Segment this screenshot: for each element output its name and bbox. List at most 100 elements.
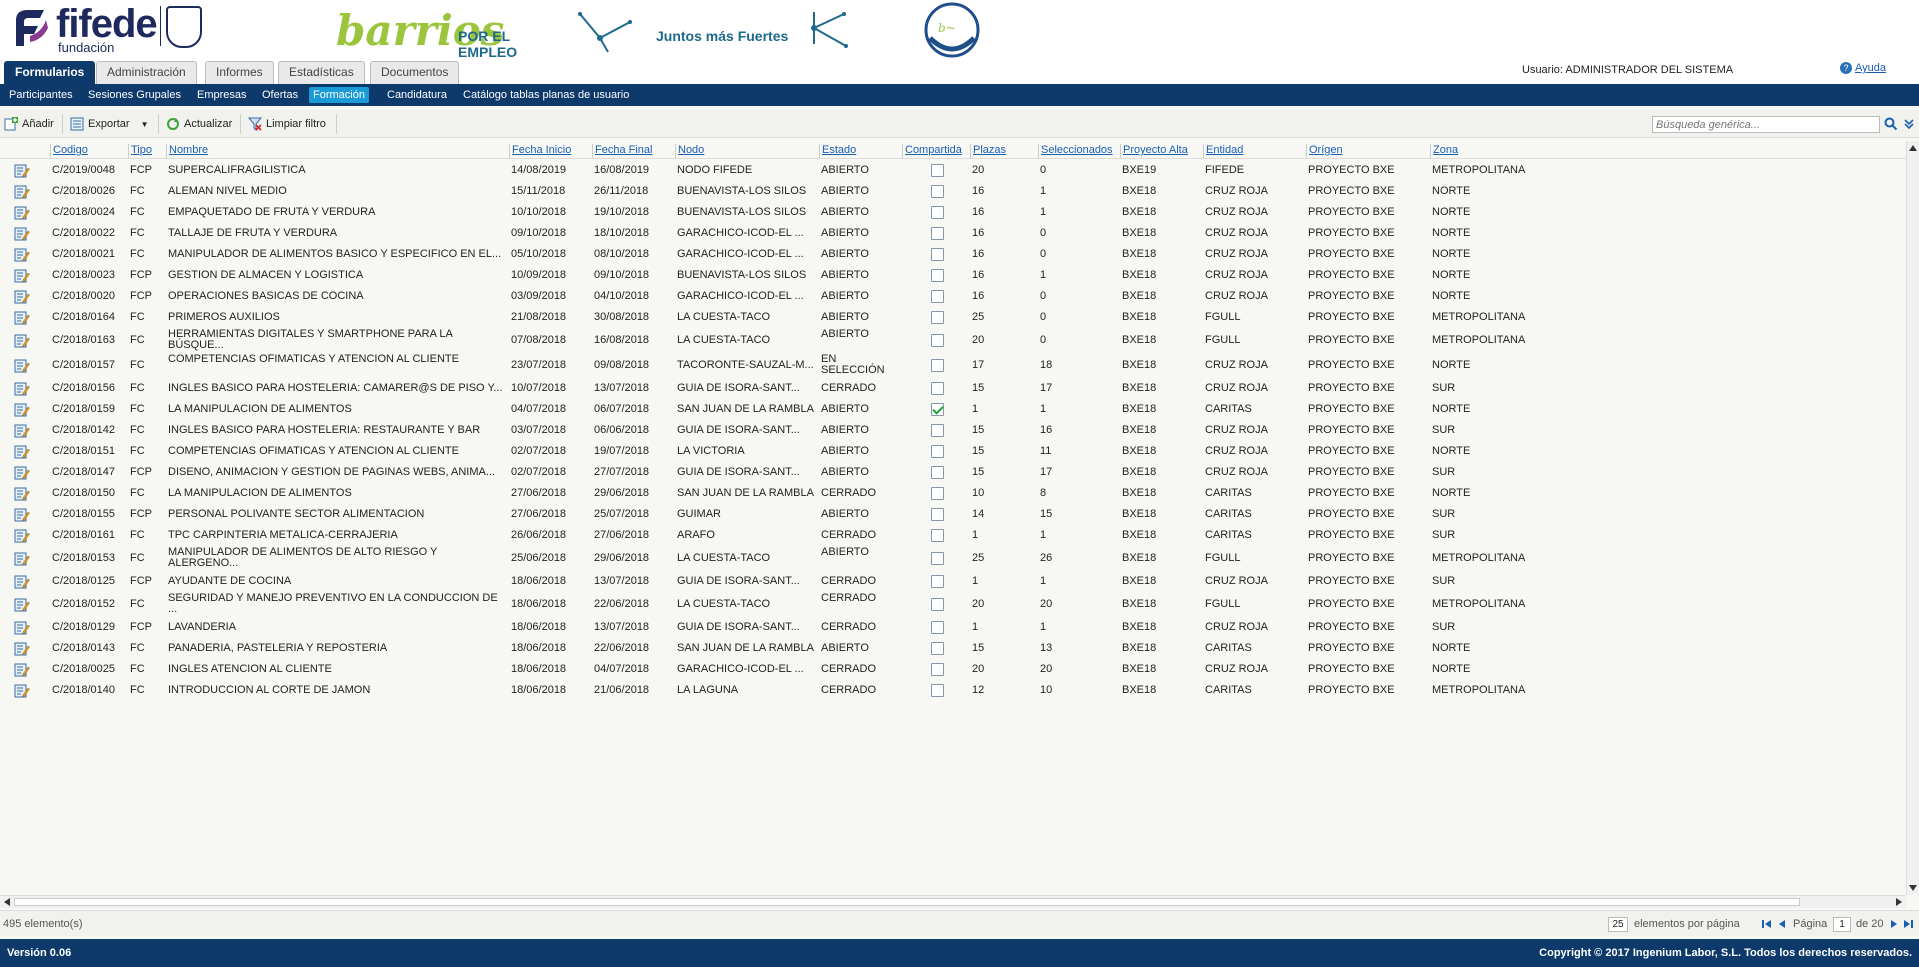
subnav-empresas[interactable]: Empresas [193, 87, 251, 103]
column-header-fecha-final[interactable]: Fecha Final [592, 144, 652, 158]
scroll-up-icon[interactable] [1909, 145, 1917, 151]
edit-record-icon[interactable] [14, 552, 30, 566]
edit-record-icon[interactable] [14, 487, 30, 501]
edit-record-icon[interactable] [14, 269, 30, 283]
edit-record-icon[interactable] [14, 598, 30, 612]
subnav-participantes[interactable]: Participantes [5, 87, 77, 103]
table-row[interactable]: C/2018/0143 FC PANADERÍA, PASTELERÍA Y REP… [0, 638, 1906, 659]
column-header-compartida[interactable]: Compartida [902, 144, 962, 158]
first-page-icon[interactable] [1762, 919, 1772, 929]
table-row[interactable]: C/2018/0157 FC COMPETENCIAS OFIMATICAS Y A… [0, 353, 1906, 378]
help-link[interactable]: ? Ayuda [1840, 62, 1886, 74]
edit-record-icon[interactable] [14, 642, 30, 656]
refresh-button[interactable]: Actualizar [164, 114, 232, 134]
subnav-ofertas[interactable]: Ofertas [258, 87, 302, 103]
tab-informes[interactable]: Informes [205, 61, 274, 84]
table-row[interactable]: C/2018/0153 FC MANIPULADOR DE ALIMENTOS DE… [0, 546, 1906, 571]
column-header-nodo[interactable]: Nodo [675, 144, 704, 158]
edit-record-icon[interactable] [14, 466, 30, 480]
compartida-checkbox[interactable] [931, 598, 944, 611]
table-row[interactable]: C/2018/0159 FC LA MANIPULACIÓN DE ALIMENTO… [0, 399, 1906, 420]
horizontal-scrollbar[interactable] [0, 895, 1906, 908]
search-input[interactable] [1652, 116, 1880, 133]
edit-record-icon[interactable] [14, 663, 30, 677]
scroll-thumb[interactable] [14, 898, 1800, 906]
edit-record-icon[interactable] [14, 508, 30, 522]
compartida-checkbox[interactable] [931, 248, 944, 261]
help-label[interactable]: Ayuda [1855, 62, 1886, 74]
compartida-checkbox[interactable] [931, 663, 944, 676]
edit-record-icon[interactable] [14, 424, 30, 438]
edit-record-icon[interactable] [14, 359, 30, 373]
table-row[interactable]: C/2019/0048 FCP SUPERCALIFRAGILISTICA 14/08… [0, 160, 1906, 181]
table-row[interactable]: C/2018/0152 FC SEGURIDAD Y MANEJO PREVENTI… [0, 592, 1906, 617]
expand-chevron-icon[interactable] [1902, 117, 1916, 131]
column-header-fecha-inicio[interactable]: Fecha Inicio [509, 144, 571, 158]
compartida-checkbox[interactable] [931, 382, 944, 395]
column-header-estado[interactable]: Estado [819, 144, 856, 158]
scroll-left-icon[interactable] [4, 898, 10, 906]
subnav-formacion[interactable]: Formación [309, 87, 369, 103]
table-row[interactable]: C/2018/0161 FC TPC CARPINTERIA METÁLICA-CE… [0, 525, 1906, 546]
edit-record-icon[interactable] [14, 684, 30, 698]
compartida-checkbox[interactable] [931, 642, 944, 655]
edit-record-icon[interactable] [14, 445, 30, 459]
column-header-entidad[interactable]: Entidad [1203, 144, 1243, 158]
column-header-seleccionados[interactable]: Seleccionados [1038, 144, 1113, 158]
compartida-checkbox[interactable] [931, 185, 944, 198]
page-size-input[interactable]: 25 [1608, 917, 1628, 932]
search-icon[interactable] [1884, 117, 1898, 131]
edit-record-icon[interactable] [14, 206, 30, 220]
compartida-checkbox[interactable] [931, 164, 944, 177]
table-row[interactable]: C/2018/0163 FC HERRAMIENTAS DIGITALES Y SM… [0, 328, 1906, 353]
column-header-proyecto-alta[interactable]: Proyecto Alta [1120, 144, 1188, 158]
edit-record-icon[interactable] [14, 185, 30, 199]
clear-filter-button[interactable]: Limpiar filtro [246, 114, 326, 134]
table-row[interactable]: C/2018/0156 FC INGLES BASICO PARA HOSTELER… [0, 378, 1906, 399]
compartida-checkbox[interactable] [931, 508, 944, 521]
scroll-down-icon[interactable] [1909, 885, 1917, 891]
compartida-checkbox[interactable] [931, 487, 944, 500]
table-row[interactable]: C/2018/0147 FCP DISEÑO, ANIMACION Y GESTIÓ… [0, 462, 1906, 483]
edit-record-icon[interactable] [14, 311, 30, 325]
compartida-checkbox[interactable] [931, 403, 944, 416]
compartida-checkbox[interactable] [931, 311, 944, 324]
edit-record-icon[interactable] [14, 403, 30, 417]
scroll-right-icon[interactable] [1896, 898, 1902, 906]
table-row[interactable]: C/2018/0151 FC COMPETENCIAS OFIMATICAS Y A… [0, 441, 1906, 462]
subnav-catalogo[interactable]: Catálogo tablas planas de usuario [459, 87, 633, 103]
compartida-checkbox[interactable] [931, 359, 944, 372]
tab-administracion[interactable]: Administración [96, 61, 197, 84]
compartida-checkbox[interactable] [931, 466, 944, 479]
table-row[interactable]: C/2018/0024 FC EMPAQUETADO DE FRUTA Y VERD… [0, 202, 1906, 223]
edit-record-icon[interactable] [14, 382, 30, 396]
edit-record-icon[interactable] [14, 290, 30, 304]
table-row[interactable]: C/2018/0025 FC INGLES ATENCION AL CLIENTE 1… [0, 659, 1906, 680]
tab-formularios[interactable]: Formularios [4, 61, 96, 84]
compartida-checkbox[interactable] [931, 227, 944, 240]
column-header-codigo[interactable]: Codigo [50, 144, 88, 158]
compartida-checkbox[interactable] [931, 206, 944, 219]
compartida-checkbox[interactable] [931, 552, 944, 565]
column-header-origen[interactable]: Orígen [1306, 144, 1343, 158]
edit-record-icon[interactable] [14, 164, 30, 178]
column-header-nombre[interactable]: Nombre [166, 144, 208, 158]
compartida-checkbox[interactable] [931, 684, 944, 697]
tab-estadisticas[interactable]: Estadísticas [278, 61, 365, 84]
prev-page-icon[interactable] [1777, 919, 1787, 929]
edit-record-icon[interactable] [14, 621, 30, 635]
vertical-scrollbar[interactable] [1906, 141, 1919, 895]
table-row[interactable]: C/2018/0150 FC LA MANIPULACIÓN DE ALIMENTO… [0, 483, 1906, 504]
edit-record-icon[interactable] [14, 575, 30, 589]
compartida-checkbox[interactable] [931, 334, 944, 347]
table-row[interactable]: C/2018/0020 FCP OPERACIONES BASICAS DE COC… [0, 286, 1906, 307]
compartida-checkbox[interactable] [931, 445, 944, 458]
edit-record-icon[interactable] [14, 529, 30, 543]
compartida-checkbox[interactable] [931, 269, 944, 282]
edit-record-icon[interactable] [14, 334, 30, 348]
column-header-plazas[interactable]: Plazas [970, 144, 1006, 158]
compartida-checkbox[interactable] [931, 290, 944, 303]
subnav-candidatura[interactable]: Candidatura [383, 87, 451, 103]
table-row[interactable]: C/2018/0125 FCP AYUDANTE DE COCINA 18/06/20… [0, 571, 1906, 592]
column-header-tipo[interactable]: Tipo [128, 144, 152, 158]
